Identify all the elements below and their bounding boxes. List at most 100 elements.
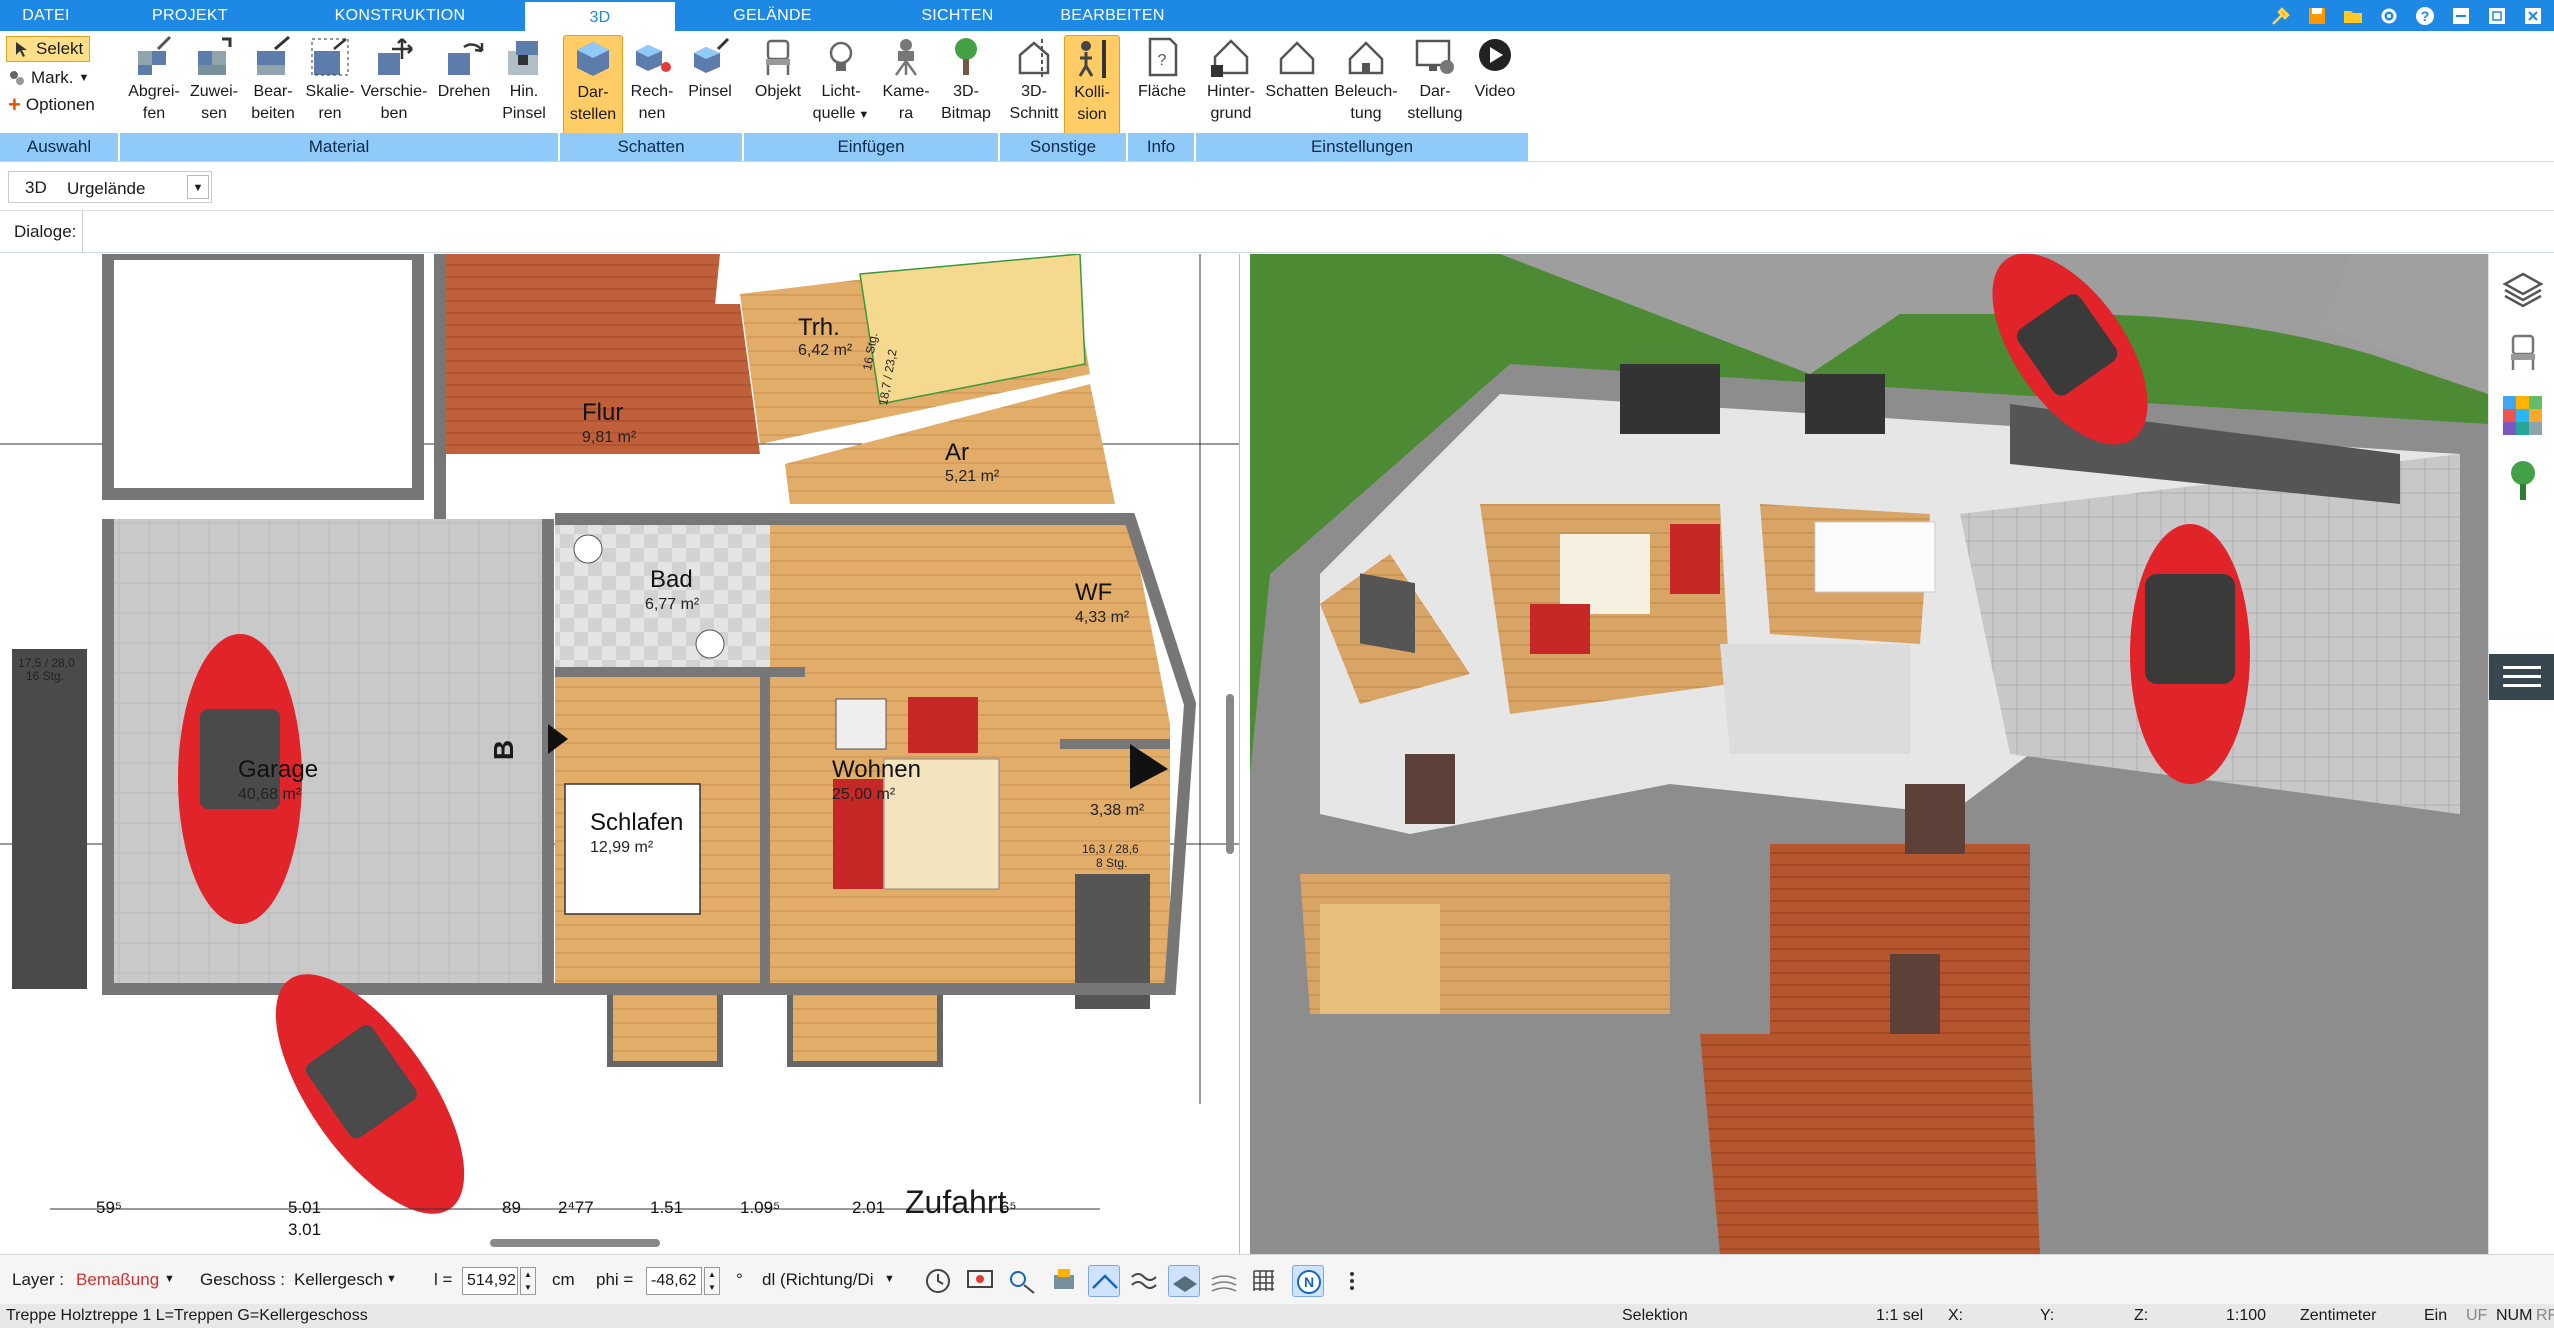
tree-icon[interactable] [2501,458,2545,502]
dimension-label: 1.51 [650,1198,684,1217]
stair-label: 8 Stg. [1096,856,1128,870]
tools-icon[interactable] [2268,3,2294,29]
more-options-icon[interactable] [1336,1265,1368,1297]
kamera-button[interactable]: Kame-ra [876,35,936,125]
selekt-label: Selekt [36,39,84,58]
schatten-einstellung-button[interactable]: Schatten [1262,35,1332,103]
z-coord: Z: [2134,1307,2149,1324]
bearbeiten-button[interactable]: Bear-beiten [240,35,306,125]
group-sonstige: Sonstige [1000,133,1126,161]
selekt-button[interactable]: Selekt [6,36,91,62]
grid-icon[interactable] [1248,1265,1280,1297]
schatten-rechnen-button[interactable]: Rech-nen [623,35,681,125]
chevron-down-icon[interactable]: ▼ [187,175,209,199]
drehen-button[interactable]: Drehen [433,35,495,103]
floor-plan-view[interactable]: Flur 9,81 m² Trh. 6,42 m² Ar 5,21 m² Bad… [0,254,1240,1254]
tab-datei[interactable]: DATEI [0,0,92,31]
schatten-pinsel-button[interactable]: Pinsel [681,35,739,103]
verschieben-button[interactable]: Verschie-ben [355,35,433,125]
save-icon[interactable] [2304,3,2330,29]
dl-value[interactable]: dl (Richtung/Di [762,1255,874,1305]
wave-icon[interactable] [1128,1265,1160,1297]
video-button[interactable]: Video [1470,35,1520,103]
beleuchtung-button[interactable]: Beleuch-tung [1332,35,1400,125]
chevron-down-icon[interactable]: ▼ [884,1273,895,1285]
view-options-bar: 3D Urgelände ▼ [0,163,2554,211]
room-name: WF [1075,579,1113,606]
bitmap-3d-button[interactable]: 3D- Bitmap [936,35,996,125]
length-stepper[interactable]: ▲ ▼ [520,1267,536,1295]
layer-value[interactable]: Bemaßung [76,1255,159,1305]
rotate-icon [448,43,484,75]
schatten-darstellen-button[interactable]: Dar-stellen [563,35,623,135]
help-icon[interactable]: ? [2412,3,2438,29]
zuweisen-button[interactable]: Zuwei-sen [183,35,245,125]
dimension-label: 2.01 [852,1198,886,1217]
darstellung-button[interactable]: Dar-stellung [1400,35,1470,125]
background-house-icon [1211,39,1249,77]
collision-person-icon [1078,40,1106,78]
hintergrund-button[interactable]: Hinter-grund [1198,35,1264,125]
mark-button[interactable]: Mark. ▼ [8,65,89,91]
clock-icon[interactable] [922,1265,954,1297]
dimension-label: 89 [502,1198,521,1217]
close-icon[interactable] [2520,3,2546,29]
tab-konstruktion[interactable]: KONSTRUKTION [320,0,480,31]
optionen-button[interactable]: + Optionen [8,92,95,118]
hin-pinsel-button[interactable]: Hin. Pinsel [494,35,554,125]
x-coord: X: [1948,1307,1964,1324]
mark-label: Mark. [31,68,74,87]
plane-icon[interactable] [1168,1265,1200,1297]
abgreifen-button[interactable]: Abgrei-fen [120,35,188,125]
tab-projekt[interactable]: PROJEKT [120,0,260,31]
dialog-bar: Dialoge: [0,211,2554,253]
view-3d[interactable] [1250,254,2488,1254]
objekt-button[interactable]: Objekt [748,35,808,103]
tab-3d[interactable]: 3D [525,0,675,31]
phi-input[interactable]: -48,62 [646,1267,702,1295]
phi-stepper[interactable]: ▲ ▼ [704,1267,720,1295]
dimension-tool-icon[interactable] [1006,1265,1038,1297]
group-material: Material [120,133,558,161]
chair-icon[interactable] [2501,330,2545,374]
lichtquelle-button[interactable]: Licht-quelle ▼ [810,35,872,126]
chevron-down-icon[interactable]: ▼ [386,1273,397,1285]
geschoss-value[interactable]: Kellergesch [294,1255,383,1305]
folder-icon[interactable] [2340,3,2366,29]
settings-icon[interactable] [2376,3,2402,29]
tree-icon [955,38,977,75]
sidebar-collapse-handle[interactable] [2489,654,2554,700]
terrain-lines-icon[interactable] [1208,1265,1240,1297]
tab-bearbeiten[interactable]: BEARBEITEN [1050,0,1175,31]
tab-sichten[interactable]: SICHTEN [900,0,1015,31]
tab-gelaende[interactable]: GELÄNDE [710,0,835,31]
section-cut-icon [1018,39,1050,77]
north-arrow-icon[interactable]: N [1292,1265,1324,1297]
minimize-icon[interactable] [2448,3,2474,29]
print-icon[interactable] [1048,1265,1080,1297]
terrain-select[interactable]: 3D Urgelände ▼ [8,171,212,203]
skalieren-button[interactable]: Skalie-ren [300,35,360,125]
chevron-down-icon[interactable]: ▼ [164,1273,175,1285]
group-einfuegen: Einfügen [744,133,998,161]
insert-mode: Ein [2424,1307,2448,1324]
selection-info: Treppe Holztreppe 1 L=Treppen G=Kellerge… [6,1307,368,1324]
dimension-label: 3.01 [288,1220,322,1239]
flaeche-button[interactable]: ? Fläche [1132,35,1192,103]
kollision-button[interactable]: Kolli-sion [1064,35,1120,135]
phi-label: phi = [596,1270,634,1289]
right-sidebar [2488,254,2554,1254]
room-area: 6,42 m² [798,342,853,359]
room-area: 40,68 m² [238,786,302,803]
material-palette-icon[interactable] [2501,394,2545,438]
optionen-label: Optionen [25,95,95,114]
room-area: 25,00 m² [832,786,896,803]
schnitt-3d-button[interactable]: 3D- Schnitt [1004,35,1064,125]
mode-label: 3D [25,178,47,197]
length-input[interactable]: 514,92 [462,1267,518,1295]
restore-icon[interactable] [2484,3,2510,29]
camera-icon [894,39,918,76]
monitor-icon[interactable] [964,1265,996,1297]
layers-icon[interactable] [2501,268,2545,312]
grid-snap-icon[interactable] [1088,1265,1120,1297]
